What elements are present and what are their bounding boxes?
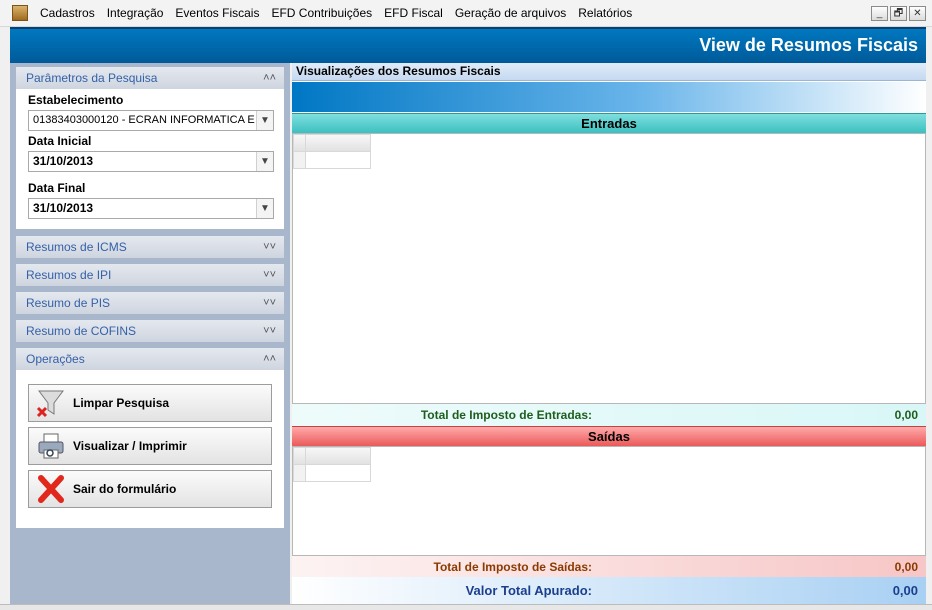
operacoes-body: Limpar Pesquisa Visualizar / Imprimir Sa… [16, 370, 284, 528]
menu-efd-fiscal[interactable]: EFD Fiscal [378, 0, 449, 27]
search-params-body: Estabelecimento 01383403000120 - ECRAN I… [16, 89, 284, 229]
data-final-value: 31/10/2013 [33, 201, 94, 215]
group-icms-header[interactable]: Resumos de ICMS ˅˅ [16, 236, 284, 258]
chevron-down-icon[interactable]: ˅˅ [263, 292, 276, 314]
chevron-down-icon[interactable]: ˅˅ [263, 320, 276, 342]
restore-button[interactable]: 🗗 [890, 6, 907, 21]
chevron-down-icon[interactable]: ▼ [256, 199, 273, 218]
data-inicial-picker[interactable]: 31/10/2013 ▼ [28, 151, 274, 172]
data-inicial-value: 31/10/2013 [33, 154, 94, 168]
chevron-down-icon[interactable]: ▼ [256, 111, 273, 130]
search-params-header[interactable]: Parâmetros da Pesquisa ˄˄ [16, 67, 284, 89]
exit-x-icon [35, 474, 67, 504]
valor-total-value: 0,00 [892, 583, 918, 598]
grid-cell[interactable] [305, 464, 371, 482]
group-cofins-header[interactable]: Resumo de COFINS ˅˅ [16, 320, 284, 342]
group-ipi-title: Resumos de IPI [26, 268, 112, 282]
valor-total-row: Valor Total Apurado: 0,00 [292, 577, 926, 605]
left-panel: Parâmetros da Pesquisa ˄˄ Estabeleciment… [10, 63, 290, 610]
group-operacoes-title: Operações [26, 352, 85, 366]
group-icms-title: Resumos de ICMS [26, 240, 127, 254]
visualizar-imprimir-label: Visualizar / Imprimir [73, 439, 187, 453]
total-entradas-value: 0,00 [894, 408, 918, 422]
section-title: Visualizações dos Resumos Fiscais [292, 63, 926, 81]
estabelecimento-label: Estabelecimento [28, 93, 124, 107]
grid-cell[interactable] [305, 151, 371, 169]
total-saidas-value: 0,00 [894, 560, 918, 574]
limpar-pesquisa-label: Limpar Pesquisa [73, 396, 170, 410]
estabelecimento-value: 01383403000120 - ECRAN INFORMATICA E SE [33, 114, 273, 126]
menu-integracao[interactable]: Integração [101, 0, 170, 27]
minimize-button[interactable]: _ [871, 6, 888, 21]
total-saidas-row: Total de Imposto de Saídas: 0,00 [292, 556, 926, 578]
chevron-up-icon[interactable]: ˄˄ [263, 348, 276, 370]
data-inicial-label: Data Inicial [28, 134, 92, 148]
saidas-grid[interactable] [292, 446, 926, 556]
menu-bar: Cadastros Integração Eventos Fiscais EFD… [0, 0, 932, 27]
menu-cadastros[interactable]: Cadastros [34, 0, 101, 27]
page-title: View de Resumos Fiscais [699, 35, 918, 55]
printer-icon [35, 431, 67, 461]
sair-formulario-button[interactable]: Sair do formulário [28, 470, 272, 508]
funnel-clear-icon [35, 388, 67, 418]
chevron-up-icon[interactable]: ˄˄ [263, 67, 276, 89]
total-entradas-label: Total de Imposto de Entradas: [420, 408, 592, 422]
status-bar [0, 604, 932, 610]
sair-formulario-label: Sair do formulário [73, 482, 177, 496]
group-pis-header[interactable]: Resumo de PIS ˅˅ [16, 292, 284, 314]
menu-relatorios[interactable]: Relatórios [572, 0, 638, 27]
page-header: View de Resumos Fiscais [10, 27, 926, 63]
data-final-picker[interactable]: 31/10/2013 ▼ [28, 198, 274, 219]
limpar-pesquisa-button[interactable]: Limpar Pesquisa [28, 384, 272, 422]
saidas-header: Saídas [292, 426, 926, 446]
close-button[interactable]: ✕ [909, 6, 926, 21]
entradas-header: Entradas [292, 113, 926, 133]
group-operacoes-header[interactable]: Operações ˄˄ [16, 348, 284, 370]
grid-column-header[interactable] [305, 447, 371, 465]
menu-efd-contribuicoes[interactable]: EFD Contribuições [265, 0, 378, 27]
total-entradas-row: Total de Imposto de Entradas: 0,00 [292, 404, 926, 426]
chevron-down-icon[interactable]: ▼ [256, 152, 273, 171]
valor-total-label: Valor Total Apurado: [465, 583, 592, 598]
data-final-label: Data Final [28, 181, 86, 195]
chevron-down-icon[interactable]: ˅˅ [263, 264, 276, 286]
total-saidas-label: Total de Imposto de Saídas: [433, 560, 592, 574]
visualizar-imprimir-button[interactable]: Visualizar / Imprimir [28, 427, 272, 465]
window-controls: _ 🗗 ✕ [871, 6, 926, 21]
entradas-grid[interactable] [292, 133, 926, 404]
menu-geracao-arquivos[interactable]: Geração de arquivos [449, 0, 572, 27]
group-pis-title: Resumo de PIS [26, 296, 111, 310]
app-icon[interactable] [12, 5, 28, 21]
estabelecimento-select[interactable]: 01383403000120 - ECRAN INFORMATICA E SE … [28, 110, 274, 131]
menu-eventos-fiscais[interactable]: Eventos Fiscais [169, 0, 265, 27]
group-ipi-header[interactable]: Resumos de IPI ˅˅ [16, 264, 284, 286]
header-gradient-bar [292, 82, 926, 112]
chevron-down-icon[interactable]: ˅˅ [263, 236, 276, 258]
group-cofins-title: Resumo de COFINS [26, 324, 137, 338]
grid-column-header[interactable] [305, 134, 371, 152]
search-params-title: Parâmetros da Pesquisa [26, 71, 158, 85]
main-panel: Visualizações dos Resumos Fiscais Entrad… [292, 63, 926, 610]
